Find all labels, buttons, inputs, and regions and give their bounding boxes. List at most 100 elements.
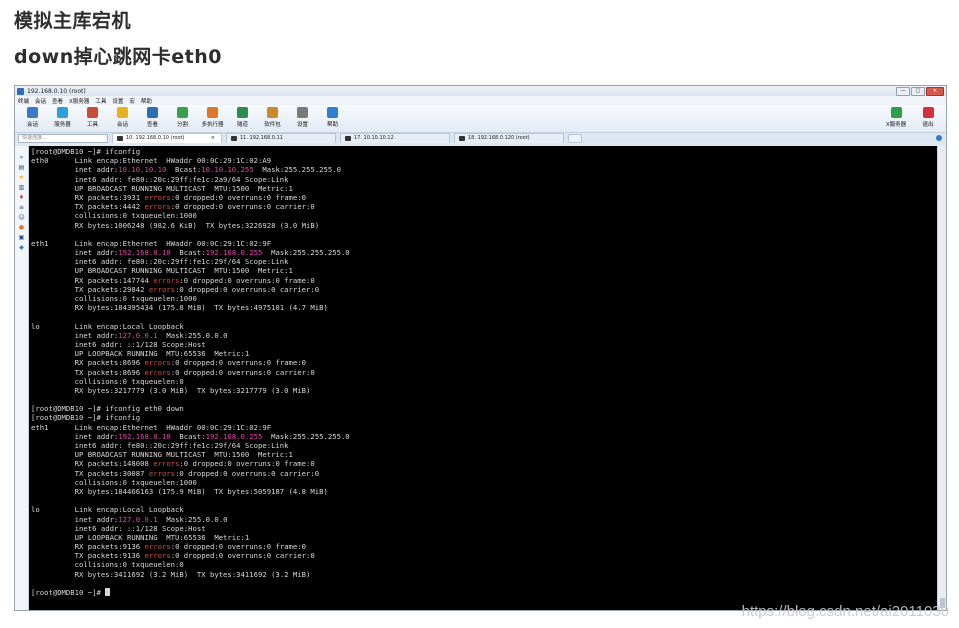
terminal-line: TX packets:4442 errors:0 dropped:0 overr… [31,202,944,211]
minimize-button[interactable]: — [896,86,910,96]
toolbar-button-label: 会话 [26,122,38,128]
user-icon[interactable]: ☺ [18,214,26,222]
session-sidebar: » ▤ ★ ▥ ♦ ≡ ☺ ● ▣ ◆ [15,146,29,610]
terminal-text: TX packets:30087 [31,468,149,478]
terminal-text: :0 dropped:0 overruns:0 frame:0 [170,192,307,202]
star-session-icon [117,107,128,118]
terminal-text: UP BROADCAST RUNNING MULTICAST MTU:1500 … [31,450,293,460]
toolbar-button[interactable]: 会话 [19,105,46,128]
terminal-text: eth1 Link encap:Ethernet HWaddr 00:0C:29… [31,422,272,432]
terminal-line: TX packets:9136 errors:0 dropped:0 overr… [31,551,944,560]
maximize-button[interactable]: □ [911,86,925,96]
terminal-text: RX packets:9136 [31,542,145,552]
session-tab[interactable]: 10. 192.168.0.10 (root) × [112,133,222,143]
tunnel-icon [237,107,248,118]
expand-arrow-icon[interactable]: » [18,154,26,162]
terminal-text: RX packets:3931 [31,192,145,202]
toolbar-button-label: 工具 [86,122,98,128]
session-tab[interactable]: 17. 10.10.10.12 [340,133,450,143]
toolbar-button[interactable]: 分割 [169,105,196,128]
terminal-text: inet6 addr: fe80::20c:29ff:fe1c:29f/64 S… [31,257,289,267]
terminal-cursor [105,588,111,596]
toolbar-button[interactable]: 设置 [289,105,316,128]
terminal-line: inet addr:127.0.0.1 Mask:255.0.0.0 [31,331,944,340]
split-icon [177,107,188,118]
menu-item[interactable]: 帮助 [141,97,152,105]
terminal-text: TX packets:29842 [31,284,149,294]
terminal-line: [root@DMDB10 ~]# ifconfig [31,147,944,156]
toolbar-button[interactable]: 软件包 [259,105,286,128]
flame-icon[interactable]: ● [18,224,26,232]
terminal-text: inet6 addr: ::1/128 Scope:Host [31,339,206,349]
toolbar-button[interactable]: 帮助 [319,105,346,128]
toolbar-button[interactable]: 退出 [914,105,942,128]
terminal-text: inet6 addr: fe80::20c:29ff:fe1c:29f/64 S… [31,441,289,450]
errors-keyword: errors [144,192,171,202]
servers-icon [57,107,68,118]
quick-connect-input[interactable]: 快速连接... [18,133,108,143]
terminal-line: RX bytes:3217779 (3.0 MiB) TX bytes:3217… [31,386,944,395]
toolbar-button-label: X服务器 [885,122,907,128]
terminal-output[interactable]: [root@DMDB10 ~]# ifconfig eth0 Link encap… [29,146,946,610]
toolbar-button[interactable]: 隧道 [229,105,256,128]
tools-icon[interactable]: ♦ [18,194,26,202]
errors-keyword: errors [144,358,171,368]
terminal-text: :0 dropped:0 overruns:0 carrier:0 [170,551,315,561]
terminal-text: RX bytes:184466163 (175.9 MiB) TX bytes:… [31,486,328,496]
tab-close-icon[interactable]: × [211,134,215,143]
toolbar-button[interactable]: 工具 [79,105,106,128]
menu-item[interactable]: 终端 [18,97,29,105]
terminal-line: lo Link encap:Local Loopback [31,505,944,514]
ip-address: 10.10.10.255 [201,165,254,175]
menu-item[interactable]: 宏 [129,97,135,105]
terminal-line: collisions:0 txqueuelen:1000 [31,478,944,487]
menu-item[interactable]: 会话 [35,97,46,105]
terminal-line: UP BROADCAST RUNNING MULTICAST MTU:1500 … [31,450,944,459]
terminal-text: :0 dropped:0 overruns:0 frame:0 [170,358,307,368]
toolbar-button[interactable]: 多执行器 [199,105,226,128]
terminal-text: :0 dropped:0 overruns:0 carrier:0 [170,367,315,377]
terminal-text: collisions:0 txqueuelen:0 [31,376,184,386]
terminal-text: [root@DMDB10 ~]# ifconfig [31,147,141,156]
session-tab[interactable]: 18. 192.168.0.120 (root) [454,133,564,143]
terminal-text: Mask:255.0.0.0 [157,330,228,340]
panel-icon[interactable]: ▣ [18,234,26,242]
terminal-icon [117,136,123,141]
terminal-line: inet6 addr: fe80::20c:29ff:fe1c:29f/64 S… [31,441,944,450]
close-button[interactable]: ✕ [926,86,944,96]
menu-item[interactable]: 设置 [112,97,123,105]
terminal-icon [459,136,465,141]
toolbar-button[interactable]: X服务器 [882,105,910,128]
toolbar-button[interactable]: 会话 [109,105,136,128]
tab-list-menu-icon[interactable] [936,135,942,141]
document-icon[interactable]: ▥ [18,184,26,192]
menu-item[interactable]: 查看 [52,97,63,105]
list-icon[interactable]: ≡ [18,204,26,212]
terminal-text: Bcast: [166,165,202,175]
terminal-text: RX bytes:3411692 (3.2 MiB) TX bytes:3411… [31,569,311,579]
link-icon[interactable]: ◆ [18,244,26,252]
terminal-text: RX bytes:3217779 (3.0 MiB) TX bytes:3217… [31,385,311,395]
terminal-scrollbar[interactable] [937,146,946,610]
favorites-star-icon[interactable]: ★ [18,174,26,182]
terminal-text: RX packets:147744 [31,275,154,285]
terminal-line: eth1 Link encap:Ethernet HWaddr 00:0C:29… [31,239,944,248]
sessions-icon[interactable]: ▤ [18,164,26,172]
terminal-line: inet addr:127.0.0.1 Mask:255.0.0.0 [31,515,944,524]
terminal-line: [root@DMDB10 ~]# ifconfig [31,413,944,422]
toolbar-button-label: 分割 [176,122,188,128]
menu-item[interactable]: 工具 [95,97,106,105]
toolbar-button[interactable]: 服务器 [49,105,76,128]
xshell-window: 192.168.0.10 (root) — □ ✕ 终端 会话 查看 X服务器 工具 设置… [14,85,947,611]
ip-address: 127.0.0.1 [118,330,158,340]
tab-bar: 快速连接... 10. 192.168.0.10 (root) × 11. 192.… [15,133,946,143]
toolbar-button[interactable]: 查看 [139,105,166,128]
menu-item[interactable]: X服务器 [69,97,89,105]
session-tab[interactable]: 11. 192.168.0.11 [226,133,336,143]
terminal-text: inet addr: [31,165,119,175]
window-titlebar: 192.168.0.10 (root) — □ ✕ [15,86,946,96]
terminal-text: RX bytes:1006248 (982.6 KiB) TX bytes:32… [31,220,320,230]
terminal-line: UP BROADCAST RUNNING MULTICAST MTU:1500 … [31,184,944,193]
errors-keyword: errors [144,202,171,212]
new-tab-button[interactable] [568,133,582,143]
